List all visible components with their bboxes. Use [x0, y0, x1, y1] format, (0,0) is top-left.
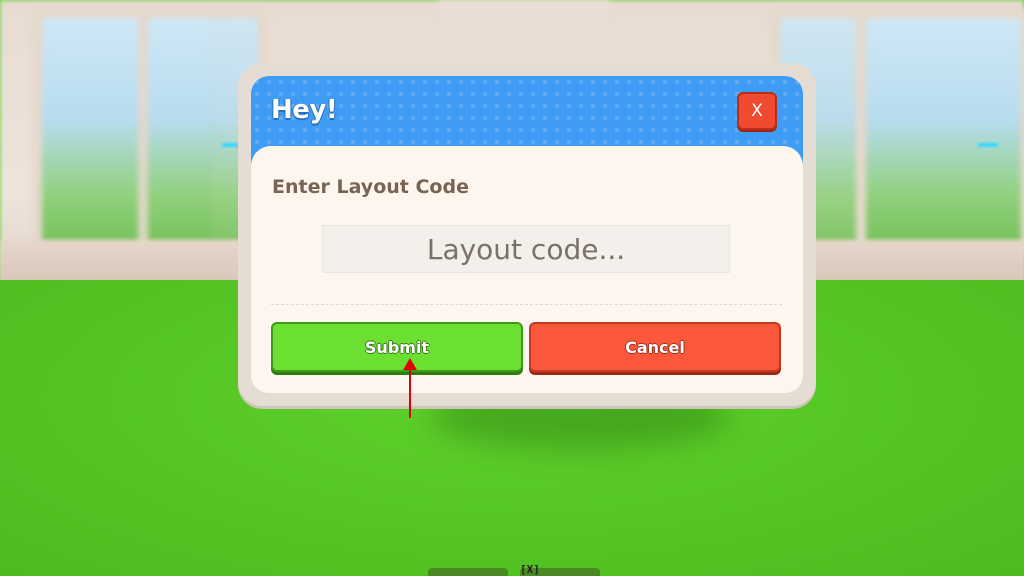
cancel-button-label: Cancel — [625, 337, 685, 357]
submit-button-label: Submit — [364, 337, 430, 357]
dialog-title: Hey! — [271, 95, 338, 125]
hotbar-slot-1[interactable] — [428, 568, 508, 576]
hotbar-key-hint: [X] — [520, 563, 540, 576]
right-window — [856, 8, 1024, 253]
layout-code-input[interactable] — [322, 225, 730, 273]
cancel-button[interactable]: Cancel — [529, 322, 781, 372]
submit-button[interactable]: Submit — [271, 322, 523, 372]
layout-code-dialog: Hey! X Enter Layout Code Submit Cancel — [238, 63, 816, 406]
game-scene: [X] Hey! X Enter Layout Code Submit Canc… — [0, 0, 1024, 576]
right-glow-marker — [978, 143, 998, 147]
layout-code-label: Enter Layout Code — [272, 176, 469, 198]
close-icon: X — [751, 101, 763, 121]
dialog-panel: Hey! X Enter Layout Code Submit Cancel — [251, 76, 803, 393]
room-pillar — [438, 0, 610, 60]
red-arrow-up-icon — [403, 358, 417, 418]
dialog-divider — [271, 304, 782, 305]
close-button[interactable]: X — [737, 92, 777, 130]
